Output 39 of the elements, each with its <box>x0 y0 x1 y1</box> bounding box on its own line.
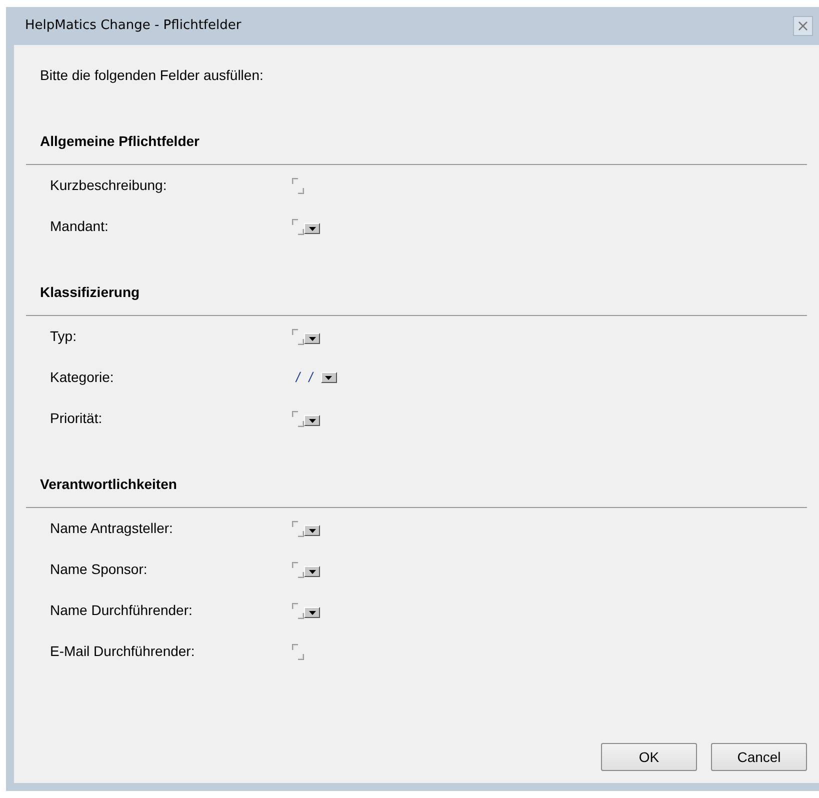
window-title: HelpMatics Change - Pflichtfelder <box>25 17 242 36</box>
field-label: Typ: <box>50 327 78 346</box>
dropdown-button[interactable] <box>304 566 320 577</box>
field-label: Kategorie: <box>50 368 115 387</box>
dropdown-button[interactable] <box>304 607 320 618</box>
broken-control-icon <box>292 520 304 536</box>
date-field[interactable]: / / <box>296 367 313 388</box>
field-label: Name Durchführender: <box>50 601 194 620</box>
ok-button[interactable]: OK <box>601 743 697 771</box>
caret-icon <box>308 418 316 422</box>
caret-icon <box>308 528 316 532</box>
broken-control-icon <box>292 644 304 660</box>
dropdown-button[interactable] <box>304 223 320 234</box>
dropdown-button[interactable] <box>304 333 320 344</box>
instruction-text: Bitte die folgenden Felder ausfüllen: <box>40 66 264 85</box>
dropdown-button[interactable] <box>304 525 320 536</box>
field-label: Name Sponsor: <box>50 560 148 579</box>
broken-control-icon <box>292 328 304 344</box>
section-heading: Verantwortlichkeiten <box>26 474 807 508</box>
broken-control-icon <box>292 602 304 618</box>
caret-icon <box>308 226 316 230</box>
caret-icon <box>308 610 316 614</box>
field-label: E-Mail Durchführender: <box>50 642 196 661</box>
dropdown-button[interactable] <box>304 415 320 426</box>
field-label: Priorität: <box>50 409 104 428</box>
section-heading: Klassifizierung <box>26 282 807 316</box>
broken-control-icon <box>292 178 304 194</box>
broken-control-icon <box>292 562 304 578</box>
field-label: Kurzbeschreibung: <box>50 176 168 195</box>
broken-control-icon <box>292 410 304 426</box>
field-label: Mandant: <box>50 217 110 236</box>
field-label: Name Antragsteller: <box>50 519 174 538</box>
broken-control-icon <box>292 218 304 234</box>
dropdown-button[interactable] <box>320 372 337 383</box>
caret-icon <box>308 570 316 574</box>
caret-icon <box>325 376 332 380</box>
caret-icon <box>308 336 316 340</box>
section-heading: Allgemeine Pflichtfelder <box>26 131 807 165</box>
cancel-button[interactable]: Cancel <box>711 743 807 771</box>
